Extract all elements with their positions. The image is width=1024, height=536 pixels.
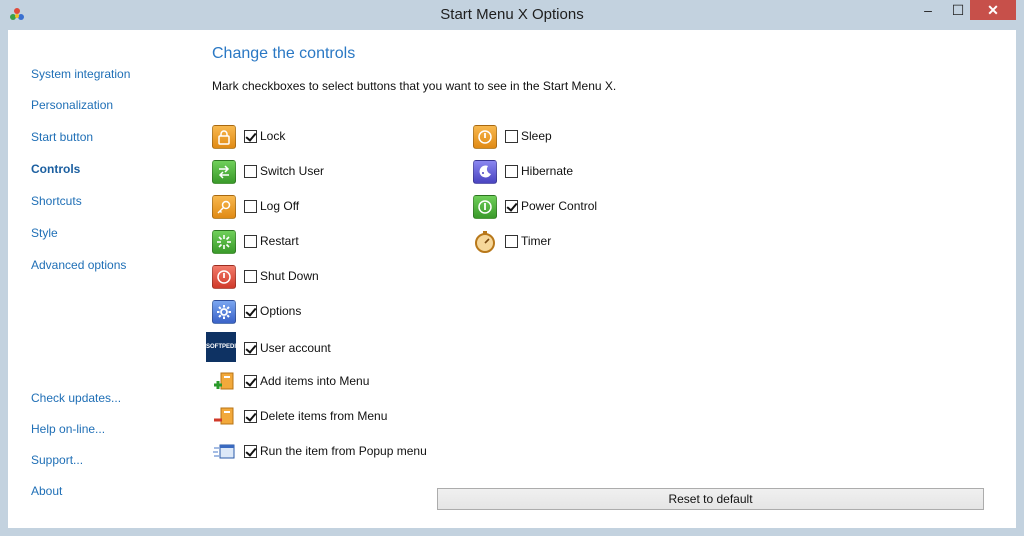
restart-icon <box>212 230 236 254</box>
delete-items-checkbox[interactable] <box>244 410 257 423</box>
delete-items-label: Delete items from Menu <box>260 409 388 423</box>
sleep-label: Sleep <box>521 129 552 143</box>
nav-item-system-integration[interactable]: System integration <box>31 67 130 81</box>
sleep-checkbox[interactable] <box>505 130 518 143</box>
key-icon <box>212 195 236 219</box>
sleep-icon <box>473 125 497 149</box>
hibernate-icon <box>473 160 497 184</box>
client-area: System integration Personalization Start… <box>8 30 1016 528</box>
switch-user-checkbox[interactable] <box>244 165 257 178</box>
switch-user-icon <box>212 160 236 184</box>
window-title: Start Menu X Options <box>440 6 584 23</box>
user-account-checkbox[interactable] <box>244 342 257 355</box>
run-popup-label: Run the item from Popup menu <box>260 444 427 458</box>
restart-checkbox[interactable] <box>244 235 257 248</box>
lock-label: Lock <box>260 129 286 143</box>
shut-down-label: Shut Down <box>260 269 319 283</box>
popup-window-icon <box>213 444 235 459</box>
timer-checkbox[interactable] <box>505 235 518 248</box>
title-bar[interactable]: Start Menu X Options – ☐ ✕ <box>0 0 1024 30</box>
softpedia-avatar-icon: SOFTPEDIA <box>206 332 236 362</box>
add-items-checkbox[interactable] <box>244 375 257 388</box>
nav-item-style[interactable]: Style <box>31 226 58 240</box>
page-title: Change the controls <box>212 45 356 62</box>
delete-item-icon <box>214 407 234 425</box>
switch-user-label: Switch User <box>260 164 325 178</box>
power-control-label: Power Control <box>521 199 598 213</box>
nav-item-advanced-options[interactable]: Advanced options <box>31 258 126 272</box>
gear-icon <box>212 300 236 324</box>
power-icon <box>212 265 236 289</box>
user-account-label: User account <box>260 341 331 355</box>
timer-label: Timer <box>521 234 552 248</box>
close-button[interactable]: ✕ <box>970 0 1016 20</box>
lock-checkbox[interactable] <box>244 130 257 143</box>
add-item-icon <box>214 372 234 390</box>
power-control-icon <box>473 195 497 219</box>
support-link[interactable]: Support... <box>31 453 83 467</box>
check-updates-link[interactable]: Check updates... <box>31 391 121 405</box>
nav-item-personalization[interactable]: Personalization <box>31 98 113 112</box>
hibernate-checkbox[interactable] <box>505 165 518 178</box>
about-link[interactable]: About <box>31 484 62 498</box>
stopwatch-icon <box>475 231 495 253</box>
nav-item-shortcuts[interactable]: Shortcuts <box>31 194 82 208</box>
page-description: Mark checkboxes to select buttons that y… <box>212 79 617 93</box>
add-items-label: Add items into Menu <box>260 374 370 388</box>
lock-icon <box>212 125 236 149</box>
log-off-label: Log Off <box>260 199 300 213</box>
hibernate-label: Hibernate <box>521 164 574 178</box>
options-label: Options <box>260 304 302 318</box>
nav-item-controls[interactable]: Controls <box>31 162 80 176</box>
power-control-checkbox[interactable] <box>505 200 518 213</box>
reset-to-default-button[interactable]: Reset to default <box>437 488 984 510</box>
maximize-button[interactable]: ☐ <box>944 0 972 20</box>
help-online-link[interactable]: Help on-line... <box>31 422 105 436</box>
run-popup-checkbox[interactable] <box>244 445 257 458</box>
restart-label: Restart <box>260 234 299 248</box>
shut-down-checkbox[interactable] <box>244 270 257 283</box>
nav-item-start-button[interactable]: Start button <box>31 130 93 144</box>
log-off-checkbox[interactable] <box>244 200 257 213</box>
options-checkbox[interactable] <box>244 305 257 318</box>
options-window: Start Menu X Options – ☐ ✕ System integr… <box>0 0 1024 536</box>
minimize-button[interactable]: – <box>914 0 942 20</box>
